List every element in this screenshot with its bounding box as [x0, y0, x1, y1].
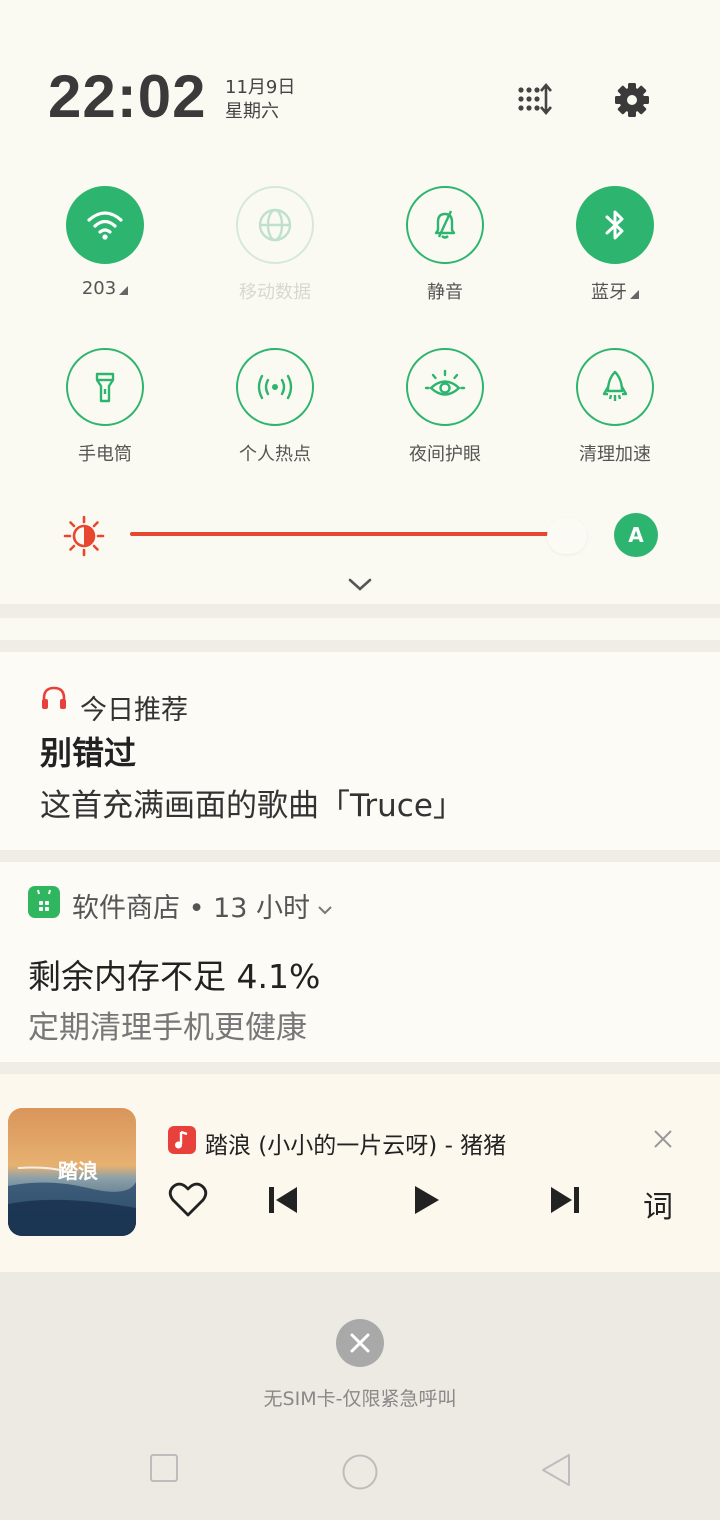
mute-label: 静音 [427, 282, 463, 303]
album-cover[interactable]: 踏浪 [8, 1108, 136, 1236]
next-track-icon[interactable] [548, 1183, 582, 1217]
wifi-button[interactable] [66, 186, 144, 264]
play-icon[interactable] [410, 1183, 444, 1217]
date-text: 11月9日 [225, 77, 296, 98]
toggle-hotspot[interactable]: 个人热点 [205, 348, 345, 466]
dismiss-all-button[interactable] [336, 1319, 384, 1367]
toggle-mute[interactable]: 静音 [375, 186, 515, 304]
recommend-app-name: 今日推荐 [80, 695, 188, 726]
wifi-name: 203 [81, 278, 117, 299]
headphones-icon [40, 684, 68, 712]
edit-toggles-icon[interactable] [516, 82, 554, 118]
recents-nav-button[interactable] [148, 1452, 180, 1488]
like-heart-icon[interactable] [167, 1180, 209, 1220]
store-body: 定期清理手机更健康 [28, 1010, 307, 1046]
close-icon [350, 1333, 370, 1353]
bluetooth-label: 蓝牙 [545, 278, 685, 304]
song-title: 踏浪 (小小的一片云呀) - 猪猪 [205, 1133, 507, 1159]
mobile-data-label: 移动数据 [239, 282, 311, 303]
toggle-wifi[interactable]: 203 [35, 186, 175, 299]
toggle-bluetooth[interactable]: 蓝牙 [545, 186, 685, 304]
clock-time: 22:02 [48, 63, 207, 130]
album-title-text: 踏浪 [58, 1159, 98, 1183]
flashlight-icon [95, 372, 115, 403]
store-header-text: 软件商店 • 13 小时 [72, 893, 311, 924]
square-recents-icon [150, 1454, 178, 1482]
mute-button[interactable] [406, 186, 484, 264]
brightness-slider-track[interactable] [130, 532, 562, 536]
brightness-slider-thumb[interactable] [547, 518, 587, 554]
toggle-flashlight[interactable]: 手电筒 [35, 348, 175, 466]
wifi-icon [87, 211, 123, 240]
expand-chevron-down-icon[interactable] [346, 574, 374, 594]
brightness-sun-icon [62, 514, 106, 558]
divider [0, 1062, 720, 1074]
bluetooth-icon [605, 210, 624, 240]
rocket-icon [602, 370, 628, 401]
clean-speedup-label: 清理加速 [579, 444, 651, 465]
triangle-back-icon [542, 1454, 570, 1486]
toggle-mobile-data[interactable]: 移动数据 [205, 186, 345, 304]
toggle-clean-speedup[interactable]: 清理加速 [545, 348, 685, 466]
close-icon[interactable] [652, 1128, 674, 1150]
globe-icon [258, 208, 292, 242]
auto-brightness-button[interactable]: A [614, 513, 658, 557]
wifi-label: 203 [35, 278, 175, 299]
divider [0, 850, 720, 862]
circle-home-icon [342, 1454, 378, 1490]
toggle-night-mode[interactable]: 夜间护眼 [375, 348, 515, 466]
flashlight-button[interactable] [66, 348, 144, 426]
mobile-data-button[interactable] [236, 186, 314, 264]
recommend-title: 别错过 [40, 734, 137, 772]
back-nav-button[interactable] [538, 1452, 574, 1492]
bluetooth-name: 蓝牙 [591, 282, 627, 303]
night-mode-label: 夜间护眼 [409, 444, 481, 465]
eye-icon [424, 369, 466, 396]
store-title: 剩余内存不足 4.1% [28, 957, 321, 996]
divider [0, 604, 720, 618]
mute-bell-icon [434, 210, 456, 239]
recommend-body: 这首充满画面的歌曲「Truce」 [40, 788, 464, 824]
divider [0, 640, 720, 652]
date-block: 11月9日 星期六 [225, 76, 295, 124]
previous-track-icon[interactable] [266, 1183, 300, 1217]
app-store-icon [28, 886, 60, 918]
wifi-expand-arrow-icon [119, 286, 129, 295]
lyrics-button[interactable]: 词 [643, 1182, 673, 1226]
night-mode-button[interactable] [406, 348, 484, 426]
weekday-text: 星期六 [225, 101, 279, 122]
bluetooth-button[interactable] [576, 186, 654, 264]
clean-speedup-button[interactable] [576, 348, 654, 426]
home-nav-button[interactable] [341, 1453, 379, 1495]
music-app-icon [168, 1126, 196, 1154]
hotspot-icon [257, 374, 293, 400]
chevron-down-icon [318, 905, 332, 914]
flashlight-label: 手电筒 [78, 444, 132, 465]
bluetooth-expand-arrow-icon [630, 290, 639, 299]
sim-status-text: 无SIM卡-仅限紧急呼叫 [263, 1388, 457, 1410]
settings-gear-icon[interactable] [612, 80, 652, 120]
hotspot-button[interactable] [236, 348, 314, 426]
store-header[interactable]: 软件商店 • 13 小时 [72, 886, 334, 925]
hotspot-label: 个人热点 [239, 444, 311, 465]
